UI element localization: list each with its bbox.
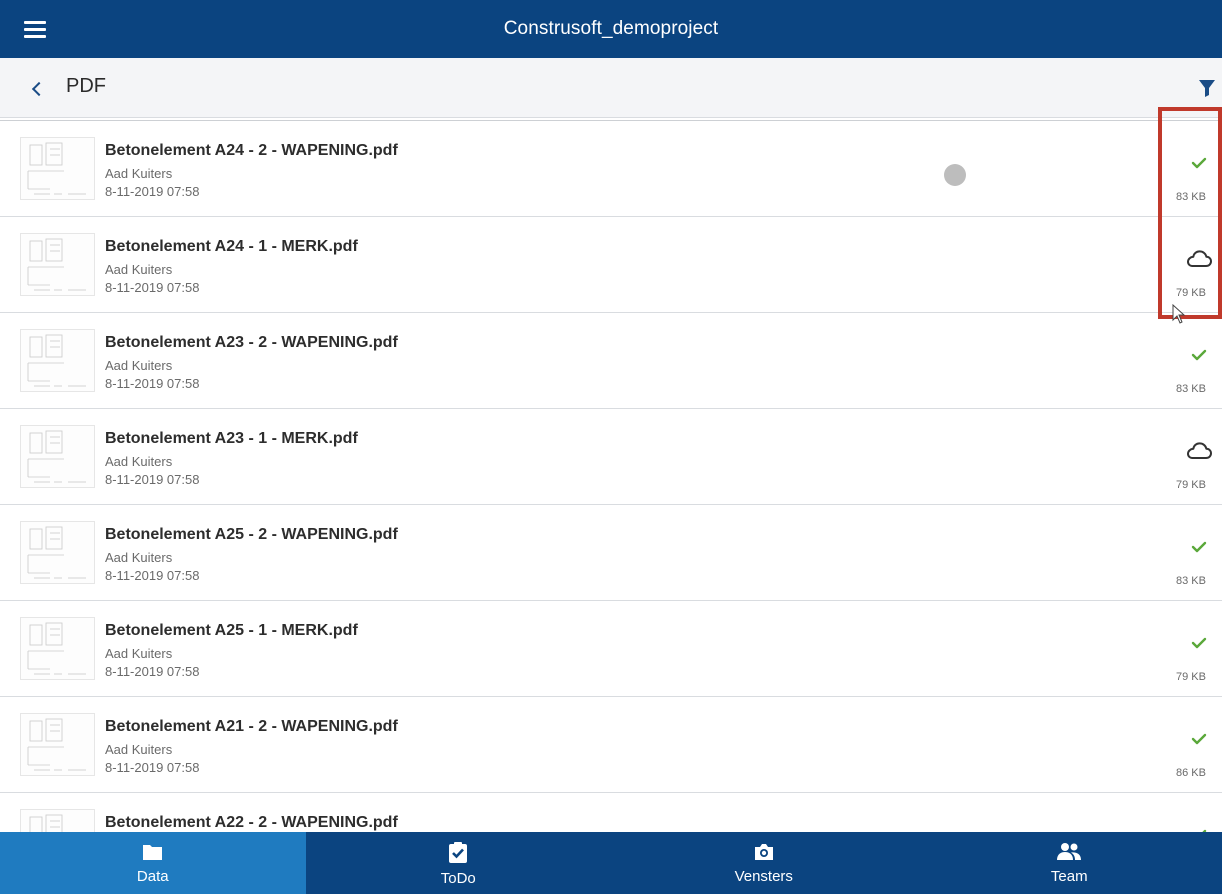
cloud-download-icon[interactable] (1184, 439, 1214, 463)
file-list[interactable]: Betonelement A24 - 2 - WAPENING.pdf Aad K… (0, 120, 1222, 832)
file-date: 8-11-2019 07:58 (105, 472, 200, 487)
pdf-thumbnail (20, 137, 95, 200)
file-row[interactable]: Betonelement A24 - 2 - WAPENING.pdf Aad K… (0, 121, 1222, 217)
file-row[interactable]: Betonelement A25 - 2 - WAPENING.pdf Aad K… (0, 505, 1222, 601)
pdf-thumbnail (20, 329, 95, 392)
file-date: 8-11-2019 07:58 (105, 664, 200, 679)
filter-funnel-icon[interactable] (1198, 78, 1216, 98)
pdf-thumbnail (20, 713, 95, 776)
file-name: Betonelement A25 - 2 - WAPENING.pdf (105, 526, 398, 543)
touch-indicator (944, 164, 966, 186)
mouse-cursor-icon (1172, 304, 1186, 324)
file-name: Betonelement A23 - 1 - MERK.pdf (105, 430, 358, 447)
file-name: Betonelement A25 - 1 - MERK.pdf (105, 622, 358, 639)
bottom-tab-bar: Data ToDo Vensters Team (0, 832, 1222, 894)
downloaded-check-icon[interactable] (1184, 151, 1214, 175)
folder-icon (142, 845, 162, 860)
file-name: Betonelement A23 - 2 - WAPENING.pdf (105, 334, 398, 351)
file-row[interactable]: Betonelement A24 - 1 - MERK.pdf Aad Kuite… (0, 217, 1222, 313)
file-author: Aad Kuiters (105, 358, 173, 373)
file-row[interactable]: Betonelement A21 - 2 - WAPENING.pdf Aad K… (0, 697, 1222, 793)
tab-label: Vensters (734, 868, 793, 885)
tab-data[interactable]: Data (0, 832, 306, 894)
file-row[interactable]: Betonelement A22 - 2 - WAPENING.pdf (0, 793, 1222, 832)
pdf-thumbnail (20, 809, 95, 832)
tab-label: Team (1050, 868, 1088, 885)
file-size: 83 KB (1176, 575, 1206, 587)
file-date: 8-11-2019 07:58 (105, 568, 200, 583)
pdf-thumbnail (20, 233, 95, 296)
file-author: Aad Kuiters (105, 742, 173, 757)
downloaded-check-icon[interactable] (1184, 343, 1214, 367)
file-author: Aad Kuiters (105, 166, 173, 181)
tab-team[interactable]: Team (917, 832, 1222, 894)
downloaded-check-icon[interactable] (1184, 535, 1214, 559)
file-size: 86 KB (1176, 767, 1206, 779)
file-date: 8-11-2019 07:58 (105, 376, 200, 391)
folder-header: PDF (0, 58, 1222, 118)
file-row[interactable]: Betonelement A25 - 1 - MERK.pdf Aad Kuite… (0, 601, 1222, 697)
file-author: Aad Kuiters (105, 454, 173, 469)
file-row[interactable]: Betonelement A23 - 1 - MERK.pdf Aad Kuite… (0, 409, 1222, 505)
file-name: Betonelement A21 - 2 - WAPENING.pdf (105, 718, 398, 735)
file-size: 79 KB (1176, 479, 1206, 491)
file-size: 79 KB (1176, 287, 1206, 299)
camera-icon (754, 844, 773, 860)
file-name: Betonelement A22 - 2 - WAPENING.pdf (105, 814, 398, 831)
downloaded-check-icon[interactable] (1184, 823, 1214, 832)
file-name: Betonelement A24 - 1 - MERK.pdf (105, 238, 358, 255)
pdf-thumbnail (20, 617, 95, 680)
file-date: 8-11-2019 07:58 (105, 760, 200, 775)
file-author: Aad Kuiters (105, 646, 173, 661)
tab-label: ToDo (440, 870, 476, 887)
project-title: Construsoft_demoproject (503, 18, 719, 39)
clipboard-check-icon (449, 842, 468, 863)
folder-title: PDF (66, 75, 106, 97)
file-size: 79 KB (1176, 671, 1206, 683)
file-size: 83 KB (1176, 191, 1206, 203)
file-name: Betonelement A24 - 2 - WAPENING.pdf (105, 142, 398, 159)
tab-label: Data (136, 868, 169, 885)
file-date: 8-11-2019 07:58 (105, 184, 200, 199)
pdf-thumbnail (20, 425, 95, 488)
people-icon (1057, 843, 1082, 860)
hamburger-menu-icon[interactable] (24, 21, 46, 38)
downloaded-check-icon[interactable] (1184, 727, 1214, 751)
pdf-thumbnail (20, 521, 95, 584)
file-author: Aad Kuiters (105, 262, 173, 277)
file-row[interactable]: Betonelement A23 - 2 - WAPENING.pdf Aad K… (0, 313, 1222, 409)
app-header: Construsoft_demoproject (0, 0, 1222, 58)
file-date: 8-11-2019 07:58 (105, 280, 200, 295)
tab-todo[interactable]: ToDo (306, 832, 612, 894)
downloaded-check-icon[interactable] (1184, 631, 1214, 655)
file-author: Aad Kuiters (105, 550, 173, 565)
back-chevron-left-icon[interactable] (30, 77, 44, 99)
file-size: 83 KB (1176, 383, 1206, 395)
cloud-download-icon[interactable] (1184, 247, 1214, 271)
tab-vensters[interactable]: Vensters (611, 832, 917, 894)
